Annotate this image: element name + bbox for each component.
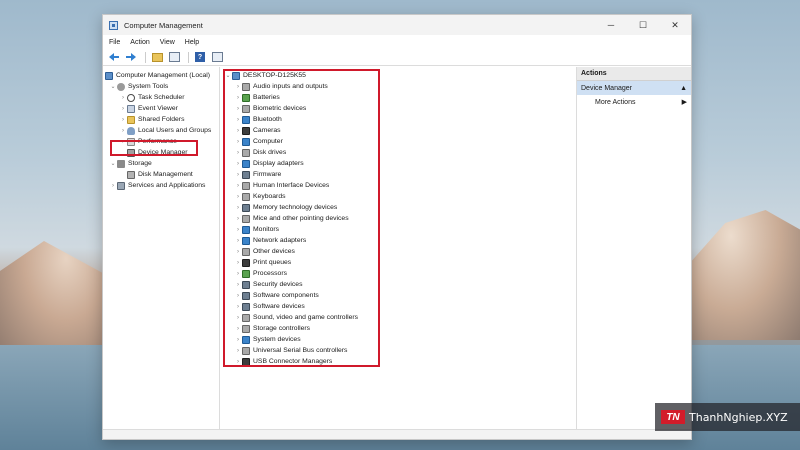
show-hide-tree-icon[interactable] <box>167 50 181 64</box>
toolbar-separator <box>145 51 146 63</box>
toolbar: ? <box>103 49 691 66</box>
computer-management-icon <box>109 20 118 30</box>
computer-management-window: Computer Management ─ ☐ ✕ File Action Vi… <box>102 14 692 440</box>
device-manager-highlight <box>110 140 198 156</box>
back-arrow-icon[interactable] <box>107 50 121 64</box>
expand-chevron-icon[interactable]: › <box>119 128 127 134</box>
tree-node-system-tools[interactable]: ⌄ System Tools <box>103 81 219 92</box>
expand-chevron-icon[interactable]: › <box>119 95 127 101</box>
expand-chevron-icon[interactable]: › <box>119 106 127 112</box>
background-hill-left <box>0 241 110 355</box>
more-actions-label: More Actions <box>595 98 636 106</box>
clock-icon <box>127 93 135 102</box>
actions-section-label: Device Manager <box>581 84 632 92</box>
tree-node-label: Task Scheduler <box>138 94 185 101</box>
actions-section-device-manager[interactable]: Device Manager ▲ <box>577 81 691 95</box>
background-hill-right <box>685 210 800 340</box>
navigation-tree: Computer Management (Local) ⌄ System Too… <box>103 67 220 429</box>
toolbar-separator <box>188 51 189 63</box>
watermark-logo: TN <box>661 410 685 424</box>
collapse-chevron-icon[interactable]: ⌄ <box>109 83 117 90</box>
collapse-triangle-icon[interactable]: ▲ <box>680 85 687 92</box>
tree-node-label: Computer Management (Local) <box>116 72 211 79</box>
maximize-button[interactable]: ☐ <box>627 15 659 35</box>
minimize-button[interactable]: ─ <box>595 15 627 35</box>
close-button[interactable]: ✕ <box>659 15 691 35</box>
properties-icon[interactable] <box>210 50 224 64</box>
tree-node-task-scheduler[interactable]: › Task Scheduler <box>103 92 219 103</box>
tree-node-services[interactable]: › Services and Applications <box>103 180 219 191</box>
tree-node-local-users[interactable]: › Local Users and Groups <box>103 125 219 136</box>
window-controls: ─ ☐ ✕ <box>595 15 691 35</box>
menu-action[interactable]: Action <box>130 39 149 46</box>
device-list: ⌄ DESKTOP-D125K55 › Audio inputs and outp… <box>220 67 577 429</box>
watermark-text: ThanhNghiep.XYZ <box>689 410 788 424</box>
tree-node-disk-management[interactable]: Disk Management <box>103 169 219 180</box>
storage-icon <box>117 159 125 168</box>
submenu-arrow-icon: ▶ <box>681 99 687 106</box>
tree-node-label: Event Viewer <box>138 105 178 112</box>
expand-chevron-icon[interactable]: › <box>109 183 117 189</box>
expand-chevron-icon[interactable]: › <box>119 117 127 123</box>
device-list-highlight <box>223 69 380 367</box>
computer-icon <box>105 71 113 80</box>
window-title: Computer Management <box>124 20 203 30</box>
tree-node-shared-folders[interactable]: › Shared Folders <box>103 114 219 125</box>
tree-node-label: System Tools <box>128 83 169 90</box>
event-log-icon <box>127 104 135 113</box>
tree-node-label: Disk Management <box>138 171 193 178</box>
forward-arrow-icon[interactable] <box>124 50 138 64</box>
tree-node-event-viewer[interactable]: › Event Viewer <box>103 103 219 114</box>
actions-pane: Actions Device Manager ▲ More Actions ▶ <box>577 67 691 429</box>
disk-icon <box>127 170 135 179</box>
tools-icon <box>117 82 125 91</box>
status-bar <box>103 429 691 439</box>
folder-icon <box>127 115 135 124</box>
content-panes: Computer Management (Local) ⌄ System Too… <box>103 67 691 429</box>
menu-file[interactable]: File <box>109 39 120 46</box>
users-icon <box>127 126 135 135</box>
up-folder-icon[interactable] <box>150 50 164 64</box>
tree-node-label: Services and Applications <box>128 182 206 189</box>
tree-node-label: Storage <box>128 160 152 167</box>
help-icon[interactable]: ? <box>193 50 207 64</box>
menu-view[interactable]: View <box>160 39 175 46</box>
more-actions-item[interactable]: More Actions ▶ <box>577 95 691 109</box>
services-icon <box>117 181 125 190</box>
tree-node-storage[interactable]: ⌄ Storage <box>103 158 219 169</box>
watermark: TN ThanhNghiep.XYZ <box>655 403 800 431</box>
menu-bar: File Action View Help <box>103 35 691 49</box>
menu-help[interactable]: Help <box>185 39 199 46</box>
title-bar: Computer Management ─ ☐ ✕ <box>103 15 691 35</box>
actions-header: Actions <box>577 67 691 81</box>
tree-node-label: Local Users and Groups <box>138 127 212 134</box>
tree-node-root[interactable]: Computer Management (Local) <box>103 70 219 81</box>
tree-node-label: Shared Folders <box>138 116 185 123</box>
collapse-chevron-icon[interactable]: ⌄ <box>109 160 117 167</box>
